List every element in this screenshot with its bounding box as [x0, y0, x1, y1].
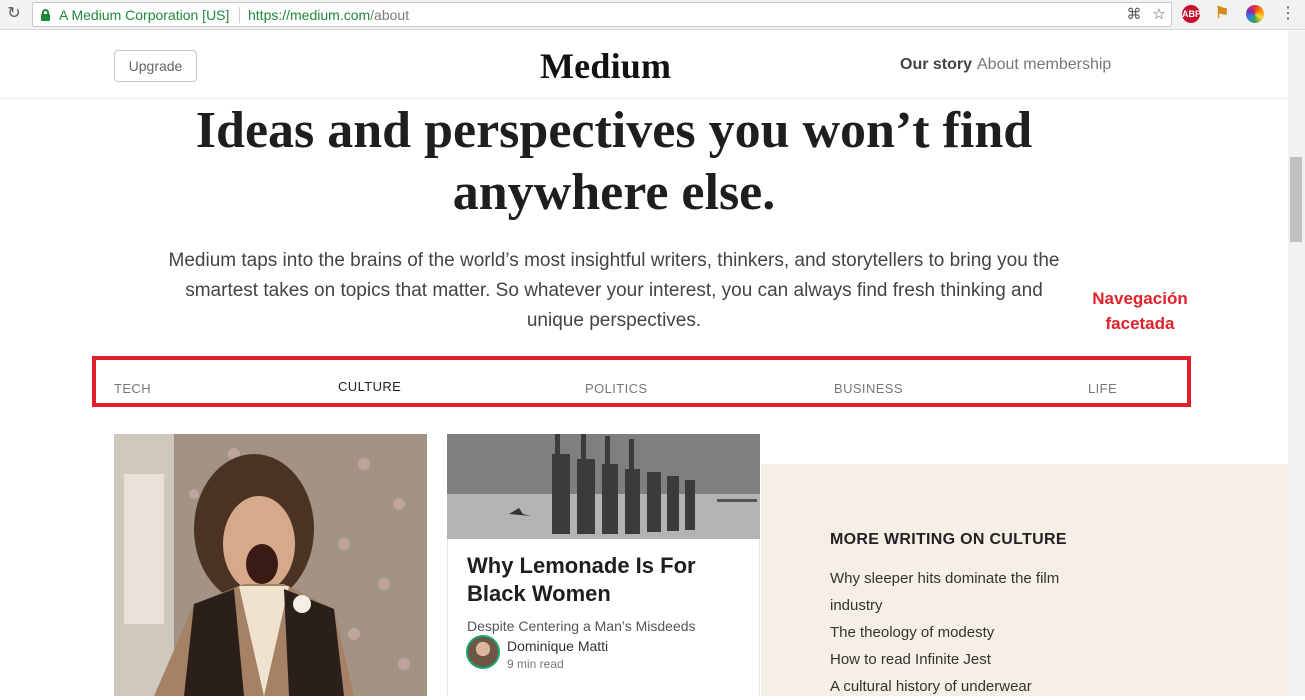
- nav-about-membership[interactable]: About membership: [977, 56, 1111, 74]
- ev-certificate-name[interactable]: A Medium Corporation [US]: [59, 7, 229, 23]
- facet-politics[interactable]: POLITICS: [585, 381, 647, 396]
- story-title[interactable]: Why Lemonade Is For Black Women: [467, 552, 747, 608]
- facet-life[interactable]: LIFE: [1088, 381, 1117, 396]
- annotation-label: Navegación facetada: [1078, 286, 1202, 336]
- story-image-lake-illustration: [447, 434, 760, 539]
- site-header: Upgrade Medium Our story About membershi…: [0, 31, 1288, 99]
- more-writing-link[interactable]: The theology of modesty: [830, 619, 1080, 646]
- address-divider: [239, 7, 240, 23]
- hero-title: Ideas and perspectives you won’t find an…: [195, 102, 1033, 221]
- url-text[interactable]: https://medium.com/about: [248, 7, 409, 23]
- read-time: 9 min read: [507, 657, 564, 671]
- more-writing-link[interactable]: How to read Infinite Jest: [830, 646, 1080, 673]
- scrollbar-thumb[interactable]: [1290, 157, 1302, 242]
- medium-logo[interactable]: Medium: [540, 45, 671, 87]
- upgrade-button[interactable]: Upgrade: [114, 50, 197, 82]
- translate-icon[interactable]: ⌘: [1125, 6, 1143, 24]
- reload-icon[interactable]: ↻: [5, 5, 23, 23]
- adblock-plus-icon[interactable]: ABP: [1182, 5, 1201, 23]
- more-writing-heading: MORE WRITING ON CULTURE: [830, 531, 1067, 548]
- story-subtitle: Despite Centering a Man’s Misdeeds: [467, 618, 696, 634]
- browser-menu-icon[interactable]: ⋮: [1280, 4, 1296, 24]
- color-picker-extension-icon[interactable]: [1246, 5, 1264, 23]
- bookmark-star-icon[interactable]: ☆: [1150, 6, 1168, 24]
- story-image-illustration: [114, 434, 427, 696]
- browser-toolbar: ↻ A Medium Corporation [US] https://medi…: [0, 0, 1305, 30]
- lock-icon: [41, 9, 50, 21]
- page-scrollbar[interactable]: [1288, 31, 1305, 696]
- facet-business[interactable]: BUSINESS: [834, 381, 903, 396]
- facet-culture[interactable]: CULTURE: [338, 379, 401, 394]
- address-bar[interactable]: A Medium Corporation [US] https://medium…: [32, 2, 1172, 27]
- annotation-line-1: Navegación: [1092, 289, 1188, 308]
- story-image-screaming-man[interactable]: [114, 434, 427, 696]
- facet-tech[interactable]: TECH: [114, 381, 151, 396]
- author-avatar[interactable]: [466, 635, 500, 669]
- annotation-line-2: facetada: [1105, 314, 1175, 333]
- nav-our-story[interactable]: Our story: [900, 56, 972, 74]
- hero-subtitle: Medium taps into the brains of the world…: [168, 250, 1060, 331]
- url-host: https://medium.com: [248, 7, 371, 23]
- extension-flag-icon[interactable]: ⚑: [1213, 5, 1231, 23]
- url-path: /about: [370, 7, 410, 23]
- more-writing-link[interactable]: Why sleeper hits dominate the film indus…: [830, 565, 1080, 619]
- author-name[interactable]: Dominique Matti: [507, 638, 608, 654]
- story-image-lake-figures[interactable]: [447, 434, 760, 539]
